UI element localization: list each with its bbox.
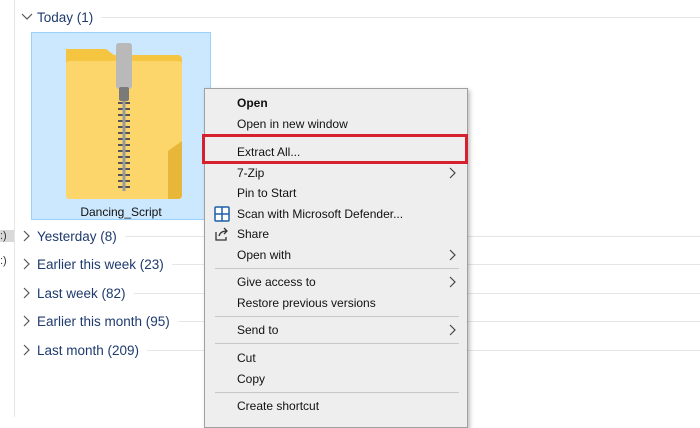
menu-item-cut[interactable]: Cut	[205, 347, 467, 368]
menu-item-label: Cut	[237, 350, 256, 365]
group-label: Yesterday (8)	[37, 228, 117, 244]
menu-item-open[interactable]: Open	[205, 92, 467, 113]
chevron-right-icon	[23, 258, 30, 270]
menu-item-open-new-window[interactable]: Open in new window	[205, 113, 467, 134]
menu-item-label: Pin to Start	[237, 185, 297, 200]
file-item-zip[interactable]: Dancing_Script	[31, 32, 211, 220]
menu-item-label: Open with	[237, 247, 292, 262]
menu-item-7zip[interactable]: 7-Zip	[205, 162, 467, 183]
menu-item-pin-to-start[interactable]: Pin to Start	[205, 182, 467, 203]
file-name: Dancing_Script	[80, 205, 162, 219]
chevron-right-icon	[23, 315, 30, 327]
menu-item-label: Scan with Microsoft Defender...	[237, 206, 404, 221]
menu-item-label: Open in new window	[237, 116, 348, 131]
chevron-right-icon	[449, 167, 456, 178]
menu-item-open-with[interactable]: Open with	[205, 244, 467, 265]
share-icon	[213, 225, 231, 243]
menu-item-restore-versions[interactable]: Restore previous versions	[205, 292, 467, 313]
chevron-right-icon	[23, 287, 30, 299]
group-label: Earlier this month (95)	[37, 313, 170, 329]
menu-item-label: Share	[237, 226, 270, 241]
menu-item-label: Restore previous versions	[237, 295, 376, 310]
menu-item-copy[interactable]: Copy	[205, 368, 467, 389]
menu-separator	[215, 268, 459, 269]
chevron-right-icon	[449, 276, 456, 287]
chevron-right-icon	[449, 249, 456, 260]
defender-shield-icon	[213, 205, 231, 223]
chevron-right-icon	[449, 324, 456, 335]
nav-item-drive[interactable]: :)	[0, 230, 14, 242]
menu-item-label: Send to	[237, 322, 279, 337]
menu-separator	[215, 392, 459, 393]
chevron-down-icon	[21, 13, 33, 20]
chevron-right-icon	[23, 230, 30, 242]
menu-item-create-shortcut[interactable]: Create shortcut	[205, 395, 467, 416]
group-label: Earlier this week (23)	[37, 256, 164, 272]
group-today[interactable]: Today (1)	[20, 6, 700, 28]
menu-item-label: Open	[237, 95, 268, 110]
group-label: Today (1)	[37, 9, 94, 25]
menu-item-label: Copy	[237, 371, 266, 386]
menu-item-label: 7-Zip	[237, 165, 265, 180]
menu-item-send-to[interactable]: Send to	[205, 319, 467, 340]
menu-item-label: Create shortcut	[237, 398, 320, 413]
menu-item-label: Give access to	[237, 274, 316, 289]
divider	[101, 16, 700, 18]
chevron-right-icon	[23, 344, 30, 356]
navigation-pane: :) :)	[0, 0, 15, 417]
menu-item-scan-defender[interactable]: Scan with Microsoft Defender...	[205, 203, 467, 224]
zip-folder-icon	[66, 43, 182, 199]
menu-separator	[215, 316, 459, 317]
menu-item-give-access[interactable]: Give access to	[205, 271, 467, 292]
group-label: Last week (82)	[37, 285, 126, 301]
highlight-annotation	[202, 134, 468, 164]
menu-item-share[interactable]: Share	[205, 223, 467, 244]
menu-separator	[215, 343, 459, 344]
nav-item-drive[interactable]: :)	[0, 255, 7, 267]
group-label: Last month (209)	[37, 342, 140, 358]
